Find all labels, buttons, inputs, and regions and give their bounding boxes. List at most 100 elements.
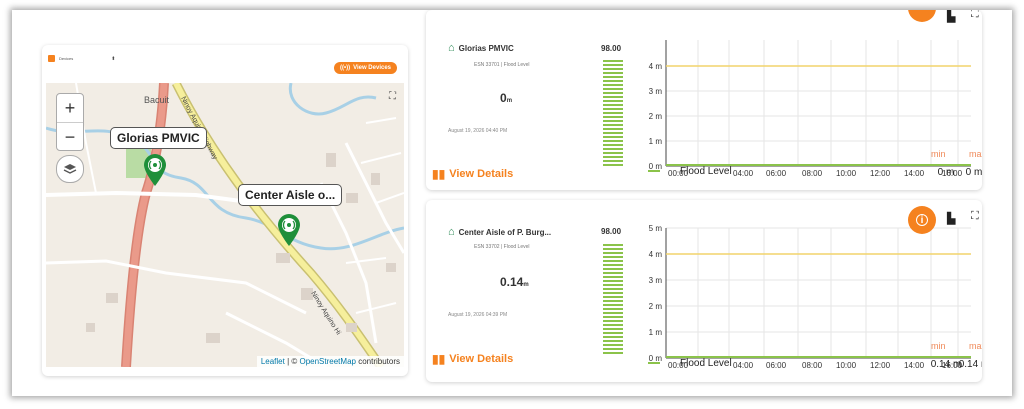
y-tick-label: 2 m [649, 302, 663, 311]
map-attribution: Leaflet | © OpenStreetMap contributors [256, 356, 404, 367]
view-details-button[interactable]: ▮▮ View Details [432, 167, 513, 181]
gauge-segment [603, 351, 623, 354]
export-icon[interactable]: ▙ [947, 10, 955, 23]
device-timestamp: August 19, 2026 04:39 PM [448, 312, 508, 318]
fullscreen-icon[interactable]: ⛶ [971, 210, 979, 223]
layers-icon [63, 164, 77, 174]
gauge-segment [603, 135, 623, 139]
info-icon: i [916, 214, 928, 226]
device-marker-center-aisle[interactable] [276, 213, 302, 247]
map-pin-icon [144, 154, 166, 186]
max-label: max [969, 149, 982, 159]
gauge-segment [603, 95, 623, 99]
y-tick-label: 2 m [649, 112, 663, 121]
gauge-segment [603, 319, 623, 323]
house-icon: ⌂ [448, 226, 455, 238]
fullscreen-icon[interactable]: ⛶ [389, 91, 396, 102]
gauge-segment [603, 307, 623, 311]
gauge-segment [603, 267, 623, 271]
gauge-segment [603, 119, 623, 123]
x-tick-label: 14:00 [904, 169, 925, 178]
level-gauge [603, 60, 623, 170]
gauge-segment [603, 67, 623, 71]
flood-level-chart: 0 m1 m2 m3 m4 m00:00 04:00 06:00 08:00 10:00… [648, 40, 982, 178]
attribution-separator: | © [284, 357, 300, 366]
view-devices-button[interactable]: ((•)) View Devices [333, 62, 397, 74]
x-tick-label: 04:00 [733, 361, 754, 370]
gauge-segment [603, 331, 623, 335]
x-tick-label: 04:00 [733, 169, 754, 178]
max-label: max [969, 341, 982, 351]
device-name-text: Center Aisle of P. Burg... [458, 227, 552, 237]
gauge-segment [603, 139, 623, 143]
gauge-segment [603, 83, 623, 87]
leaflet-link[interactable]: Leaflet [261, 357, 285, 366]
osm-link[interactable]: OpenStreetMap [299, 357, 355, 366]
gauge-segment [603, 115, 623, 119]
export-icon[interactable]: ▙ [947, 212, 955, 225]
view-details-label: View Details [449, 168, 514, 180]
max-value: 0.14 m [959, 359, 982, 370]
view-details-label: View Details [449, 353, 514, 365]
gauge-segment [603, 275, 623, 279]
y-tick-label: 5 m [649, 224, 663, 233]
map-card: Devices ⬍ ((•)) View Devices Bacuit Nino… [42, 45, 408, 376]
gauge-segment [603, 103, 623, 107]
x-tick-label: 06:00 [766, 361, 787, 370]
fullscreen-icon[interactable]: ⛶ [971, 10, 979, 21]
device-select-label: Devices [59, 56, 74, 61]
gauge-segment [603, 271, 623, 275]
map-view[interactable]: Bacuit Ninoy Aquino Highway Ninoy Aquino… [46, 83, 404, 367]
signal-icon: ((•)) [339, 65, 351, 71]
gauge-segment [603, 91, 623, 95]
x-tick-label: 08:00 [802, 169, 823, 178]
gauge-segment [603, 151, 623, 155]
gauge-segment [603, 79, 623, 83]
map-header: Devices ⬍ ((•)) View Devices [42, 45, 408, 83]
min-value: 0.14 m [931, 359, 962, 370]
gauge-segment [603, 311, 623, 315]
info-button[interactable]: i [908, 206, 936, 234]
gauge-segment [603, 87, 623, 91]
device-card: ⌂ Center Aisle of P. Burg... ESN 33702 |… [426, 200, 982, 382]
gauge-segment [603, 155, 623, 159]
gauge-segment [603, 143, 623, 147]
bar-chart-icon: ▮▮ [432, 352, 446, 366]
gauge-segment [603, 343, 623, 346]
gauge-segment [603, 244, 623, 247]
gauge-segment [603, 339, 623, 343]
gauge-segment [603, 303, 623, 307]
y-tick-label: 3 m [649, 276, 663, 285]
device-value-unit: m [523, 282, 529, 288]
gauge-segment [603, 287, 623, 291]
gauge-segment [603, 111, 623, 115]
device-timestamp: August 19, 2026 04:40 PM [448, 128, 508, 134]
y-tick-label: 1 m [649, 328, 663, 337]
attribution-suffix: contributors [355, 357, 400, 366]
x-tick-label: 08:00 [802, 361, 823, 370]
y-tick-label: 4 m [649, 62, 663, 71]
view-details-button[interactable]: ▮▮ View Details [432, 352, 513, 366]
gauge-segment [603, 279, 623, 283]
y-tick-label: 3 m [649, 87, 663, 96]
gauge-segment [603, 251, 623, 255]
legend-label: Flood Level [680, 358, 732, 369]
y-tick-label: 1 m [649, 137, 663, 146]
gauge-segment [603, 71, 623, 75]
device-esn: ESN 33702 | Flood Level [474, 244, 530, 250]
x-tick-label: 06:00 [766, 169, 787, 178]
gauge-segment [603, 347, 623, 350]
gauge-segment [603, 295, 623, 299]
gauge-segment [603, 147, 623, 151]
zoom-out-button[interactable]: − [57, 123, 83, 151]
gauge-segment [603, 299, 623, 303]
y-tick-label: 4 m [649, 250, 663, 259]
gauge-segment [603, 283, 623, 287]
x-tick-label: 10:00 [836, 169, 857, 178]
device-marker-glorias[interactable] [142, 153, 168, 187]
view-devices-label: View Devices [353, 65, 391, 71]
zoom-in-button[interactable]: + [57, 94, 83, 123]
min-label: min [931, 341, 946, 351]
device-select[interactable]: Devices ⬍ [48, 55, 115, 62]
layers-button[interactable] [56, 155, 84, 183]
